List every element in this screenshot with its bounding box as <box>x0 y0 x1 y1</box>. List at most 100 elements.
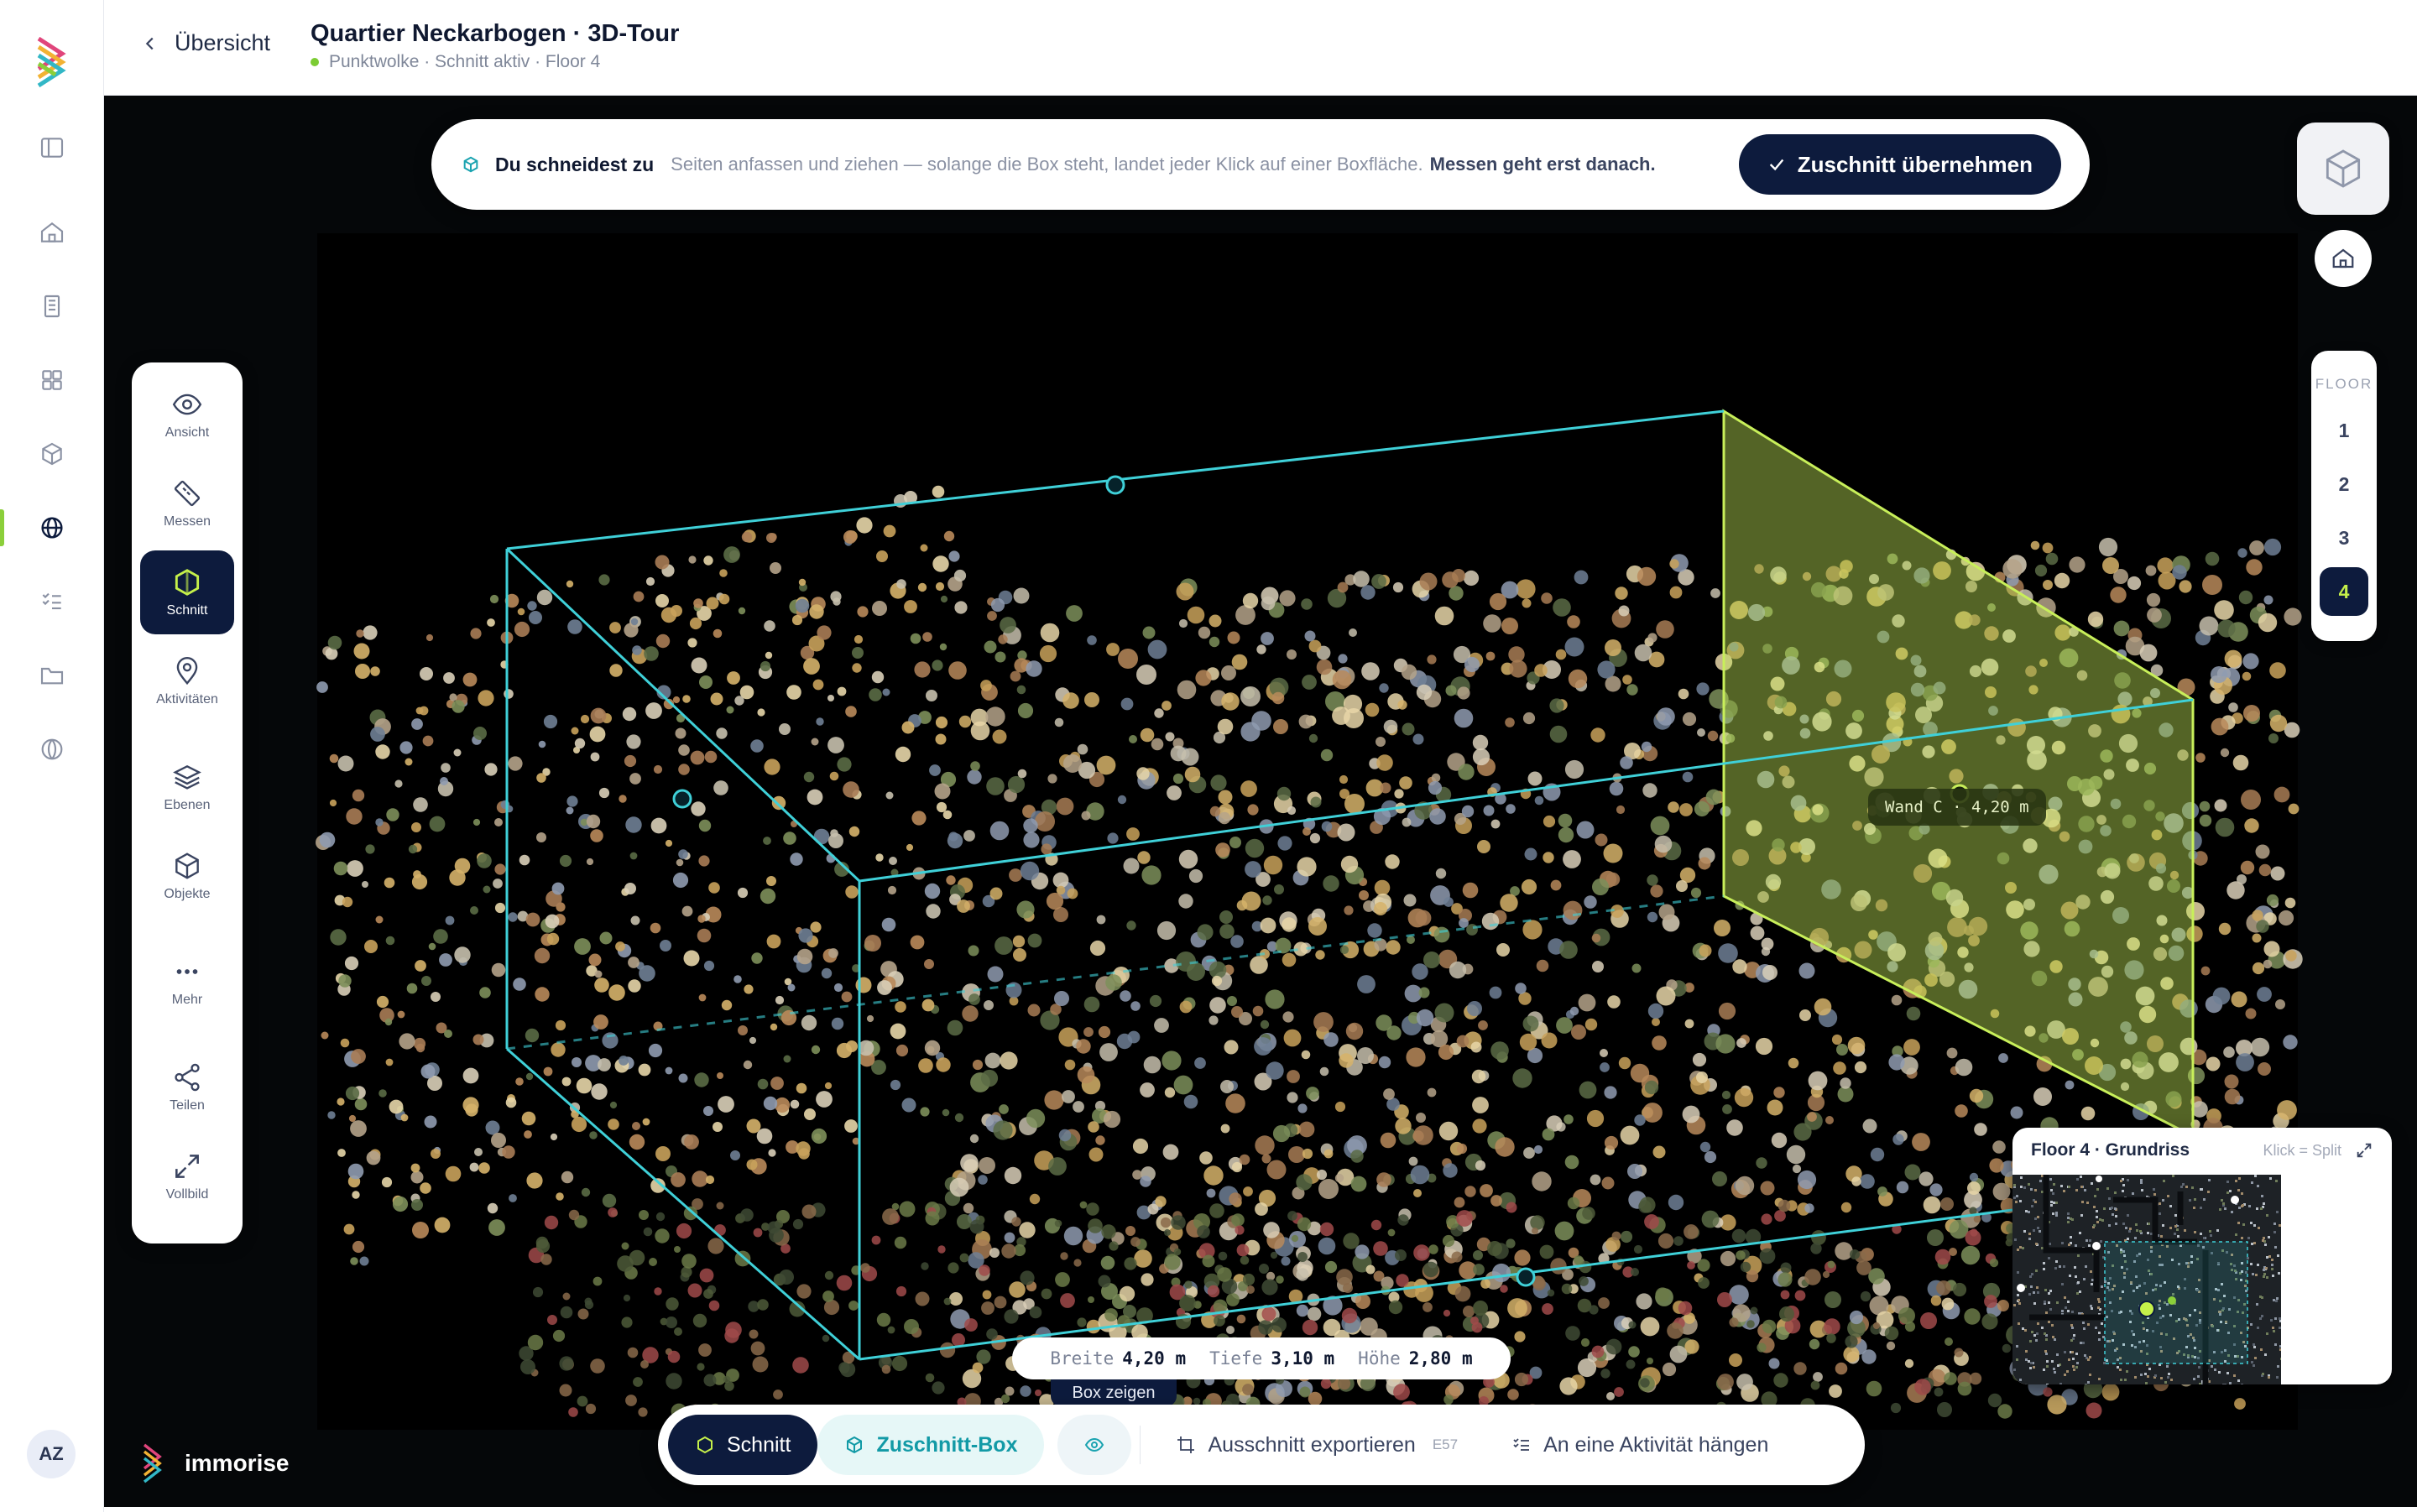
tool-objekte[interactable]: Objekte <box>140 834 234 918</box>
tiefe-value: 3,10 m <box>1271 1348 1335 1369</box>
floorplan-map[interactable] <box>2012 1175 2281 1384</box>
box-dimensions: Breite 4,20 m Tiefe 3,10 m Höhe 2,80 m <box>1012 1337 1511 1379</box>
floor-button-4[interactable]: 4 <box>2320 567 2368 616</box>
tool-teilen[interactable]: Teilen <box>140 1045 234 1129</box>
home-icon[interactable] <box>34 214 70 251</box>
page-subtitle: Punktwolke · Schnitt aktiv · Floor 4 <box>311 52 600 72</box>
check-icon <box>1769 159 1783 171</box>
tool-vollbild[interactable]: Vollbild <box>140 1134 234 1218</box>
floor-button-2[interactable]: 2 <box>2320 460 2368 508</box>
home-icon <box>2332 248 2354 269</box>
grid-icon[interactable] <box>34 362 70 399</box>
wall-c-measure-label: Wand C · 4,20 m <box>1868 789 2046 826</box>
floor-button-1[interactable]: 1 <box>2320 406 2368 455</box>
tool-label: Teilen <box>170 1098 205 1113</box>
schnitt-label: Schnitt <box>727 1432 791 1457</box>
tool-label: Ebenen <box>164 798 211 812</box>
sidebar-toggle-icon[interactable] <box>34 129 70 166</box>
tool-schnitt[interactable]: Schnitt <box>140 550 234 634</box>
pano-icon[interactable] <box>34 731 70 768</box>
section-icon <box>697 1436 713 1454</box>
checklist-icon <box>1513 1438 1530 1451</box>
page-title: Quartier Neckarbogen · 3D-Tour <box>311 20 680 47</box>
more-icon <box>176 969 198 974</box>
banner-strong: Messen geht erst danach. <box>1429 154 1656 175</box>
tiefe-label: Tiefe <box>1209 1348 1263 1369</box>
crop-mode-banner: Du schneidest zu Seiten anfassen und zie… <box>431 119 2090 210</box>
layers-icon <box>173 765 201 790</box>
tool-messen[interactable]: Messen <box>140 461 234 545</box>
cube-icon <box>2326 149 2361 188</box>
reset-view-button[interactable] <box>2315 230 2372 287</box>
fullscreen-icon <box>175 1155 199 1178</box>
globe-icon[interactable] <box>34 509 70 546</box>
building-icon[interactable] <box>34 288 70 325</box>
back-to-overview-link[interactable]: Übersicht <box>141 30 270 56</box>
brand: immorise <box>143 1443 290 1483</box>
floor-label: FLOOR <box>2315 376 2373 392</box>
minimap-hint: Klick = Split <box>2263 1141 2341 1159</box>
tool-aktivitaeten[interactable]: Aktivitäten <box>140 639 234 723</box>
tool-label: Vollbild <box>165 1187 209 1202</box>
cube-icon <box>175 852 199 879</box>
immorise-logo[interactable] <box>37 37 67 87</box>
eye-icon <box>1085 1437 1104 1452</box>
tool-label: Messen <box>163 514 211 529</box>
breite-label: Breite <box>1050 1348 1115 1369</box>
section-icon <box>175 569 200 596</box>
view-cube-button[interactable] <box>2297 123 2389 215</box>
left-rail: AZ <box>0 0 104 1512</box>
box-handle-left[interactable] <box>672 789 692 809</box>
checklist-icon[interactable] <box>34 583 70 620</box>
tool-label: Aktivitäten <box>156 692 218 706</box>
minimap-title: Floor 4 · Grundriss <box>2031 1140 2190 1160</box>
banner-text: Seiten anfassen und ziehen — solange die… <box>671 154 1423 175</box>
back-label: Übersicht <box>175 30 271 55</box>
user-avatar[interactable]: AZ <box>27 1430 76 1478</box>
ruler-icon <box>174 480 201 507</box>
tool-label: Ansicht <box>164 425 210 440</box>
brand-name: immorise <box>185 1450 290 1476</box>
cube-icon[interactable] <box>34 435 70 472</box>
tool-ebenen[interactable]: Ebenen <box>140 745 234 829</box>
export-label: Ausschnitt exportieren <box>1208 1432 1416 1457</box>
attach-to-activity-button[interactable]: An eine Aktivität hängen <box>1485 1415 1795 1475</box>
pin-icon <box>176 657 198 686</box>
schnitt-button[interactable]: Schnitt <box>668 1415 818 1475</box>
expand-icon[interactable] <box>2355 1141 2373 1160</box>
export-crop-button[interactable]: Ausschnitt exportieren E57 <box>1149 1415 1485 1475</box>
folder-icon[interactable] <box>34 657 70 694</box>
crop-box-button[interactable]: Zuschnitt-Box <box>817 1415 1045 1475</box>
crop-box-label: Zuschnitt-Box <box>876 1432 1018 1457</box>
apply-crop-label: Zuschnitt übernehmen <box>1797 151 2033 177</box>
bottom-toolbar: Schnitt Zuschnitt-Box Ausschnitt exporti… <box>658 1405 1865 1485</box>
tool-palette: Ansicht Messen Schnitt Aktivitäten Ebene… <box>132 362 243 1243</box>
cube-icon <box>463 156 478 173</box>
export-format-hint: E57 <box>1432 1436 1459 1452</box>
pointcloud-viewport[interactable]: Du schneidest zu Seiten anfassen und zie… <box>104 96 2417 1507</box>
share-icon <box>175 1063 200 1092</box>
box-handle-top[interactable] <box>1105 475 1125 495</box>
tool-label: Objekte <box>164 887 211 901</box>
floor-selector: FLOOR 1 2 3 4 <box>2311 351 2377 641</box>
tool-ansicht[interactable]: Ansicht <box>140 373 234 456</box>
tool-mehr[interactable]: Mehr <box>140 940 234 1024</box>
box-handle-bottom[interactable] <box>1516 1267 1536 1287</box>
show-box-toggle[interactable] <box>1057 1415 1132 1475</box>
hoehe-label: Höhe <box>1358 1348 1401 1369</box>
banner-lead: Du schneidest zu <box>495 153 655 175</box>
minimap-header: Floor 4 · Grundriss Klick = Split <box>2012 1128 2392 1173</box>
attach-label: An eine Aktivität hängen <box>1543 1432 1769 1457</box>
chevron-left-icon <box>145 37 154 50</box>
subtitle-text: Punktwolke · Schnitt aktiv · Floor 4 <box>329 52 601 71</box>
hoehe-value: 2,80 m <box>1408 1348 1473 1369</box>
immorise-logo <box>143 1443 162 1483</box>
breite-value: 4,20 m <box>1122 1348 1187 1369</box>
floorplan-minimap[interactable]: Floor 4 · Grundriss Klick = Split <box>2012 1128 2392 1384</box>
eye-icon <box>172 394 202 415</box>
toolbar-divider <box>1140 1426 1141 1464</box>
rail-active-indicator <box>0 509 4 546</box>
apply-crop-button[interactable]: Zuschnitt übernehmen <box>1738 134 2061 195</box>
tool-label: Mehr <box>171 993 203 1007</box>
floor-button-3[interactable]: 3 <box>2320 514 2368 562</box>
